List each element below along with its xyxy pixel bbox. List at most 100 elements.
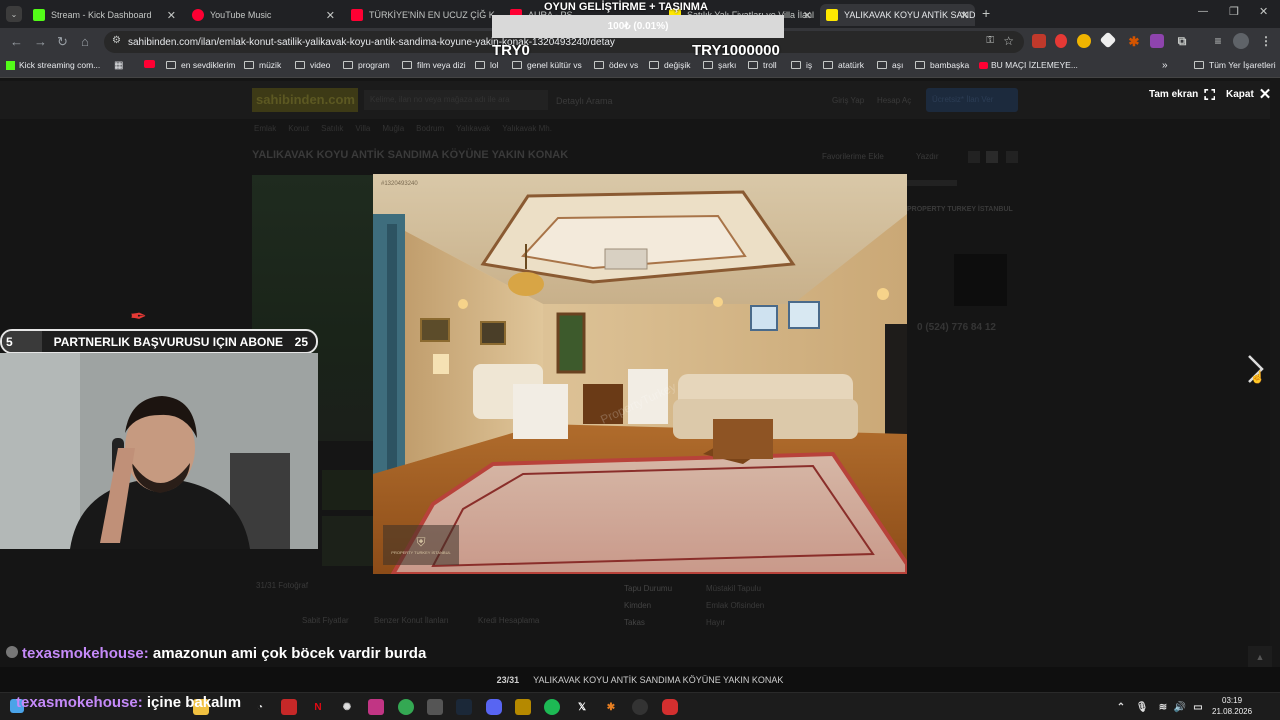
- bookmark-folder[interactable]: iş: [791, 60, 812, 70]
- breadcrumb-item[interactable]: Emlak: [254, 124, 276, 133]
- home-icon[interactable]: ⌂: [81, 34, 89, 49]
- close-icon[interactable]: ✕: [803, 9, 812, 22]
- new-tab-button[interactable]: +: [982, 5, 990, 21]
- youtube-bookmark-icon[interactable]: [144, 60, 155, 68]
- login-link[interactable]: Giriş Yap: [832, 96, 864, 105]
- post-ad-button[interactable]: Ücretsiz* İlan Ver: [926, 88, 1018, 112]
- tab-kick-dashboard[interactable]: Stream - Kick Dashboard ✕: [27, 4, 182, 26]
- app-icon[interactable]: [281, 699, 297, 715]
- volume-icon[interactable]: 🔊: [1172, 699, 1188, 715]
- profile-avatar[interactable]: [1233, 33, 1249, 49]
- tab-sahibinden-detail[interactable]: YALIKAVAK KOYU ANTİK SANDI ✕: [820, 4, 975, 26]
- app-icon[interactable]: [427, 699, 443, 715]
- bookmark-kick[interactable]: Kick streaming com...: [6, 60, 100, 70]
- speedometer-icon[interactable]: ◔: [252, 699, 268, 715]
- signup-link[interactable]: Hesap Aç: [877, 96, 911, 105]
- close-lightbox-button[interactable]: Kapat ✕: [1226, 87, 1271, 102]
- spotify-icon[interactable]: [544, 699, 560, 715]
- app-icon[interactable]: ✱: [603, 699, 619, 715]
- extension-icon[interactable]: ✱: [1126, 34, 1142, 50]
- extension-icon[interactable]: [1099, 31, 1117, 49]
- clock[interactable]: 03:19 21.08.2026: [1212, 695, 1252, 717]
- bookmark-youtube[interactable]: BU MAÇI İZLEMEYE...: [979, 60, 1078, 70]
- site-search-input[interactable]: Kelime, ilan no veya mağaza adı ile ara: [364, 90, 548, 110]
- scroll-top-button[interactable]: ▲: [1248, 646, 1272, 668]
- minimize-button[interactable]: —: [1198, 6, 1208, 17]
- page-link[interactable]: Sabit Fiyatlar: [302, 616, 349, 625]
- folder-icon: [166, 61, 176, 69]
- bookmark-label: aşı: [892, 60, 904, 70]
- breadcrumb-item[interactable]: Satılık: [321, 124, 343, 133]
- site-info-icon[interactable]: ⚙: [112, 35, 121, 46]
- password-key-icon[interactable]: ⚿: [986, 35, 994, 46]
- all-bookmarks-folder[interactable]: Tüm Yer İşaretleri: [1194, 60, 1276, 70]
- tab-youtube-video[interactable]: TÜRKİYE'NİN EN UCUZ ÇİĞ KÖ: [345, 4, 495, 26]
- close-icon[interactable]: ✕: [167, 9, 176, 22]
- bookmark-folder[interactable]: program: [343, 60, 390, 70]
- site-logo[interactable]: sahibinden.com: [252, 88, 358, 112]
- chatgpt-icon[interactable]: ✺: [339, 699, 355, 715]
- steam-icon[interactable]: [456, 699, 472, 715]
- menu-kebab-icon[interactable]: ⋮: [1258, 33, 1274, 49]
- chrome-icon[interactable]: [398, 699, 414, 715]
- breadcrumb-item[interactable]: Muğla: [382, 124, 404, 133]
- extension-icon[interactable]: [1077, 34, 1091, 48]
- bookmark-folder[interactable]: atatürk: [823, 60, 864, 70]
- netflix-icon[interactable]: N: [310, 699, 326, 715]
- bookmark-folder[interactable]: aşı: [877, 60, 903, 70]
- bookmark-folder[interactable]: bambaşka: [915, 60, 969, 70]
- add-favorites-link[interactable]: Favorilerime Ekle: [822, 152, 884, 161]
- bookmark-star-icon[interactable]: ☆: [1003, 34, 1014, 48]
- breadcrumb-item[interactable]: Yalıkavak: [456, 124, 490, 133]
- close-icon[interactable]: ✕: [326, 9, 335, 22]
- bookmark-folder[interactable]: film veya dizi: [402, 60, 466, 70]
- page-link[interactable]: Kredi Hesaplama: [478, 616, 539, 625]
- reload-icon[interactable]: ↻: [57, 34, 68, 50]
- extension-icon[interactable]: [1055, 34, 1067, 48]
- tab-search-button[interactable]: ⌄: [6, 6, 22, 22]
- detailed-search-link[interactable]: Detaylı Arama: [556, 96, 613, 106]
- instagram-icon[interactable]: [368, 699, 384, 715]
- back-icon[interactable]: ←: [10, 34, 23, 49]
- wifi-icon[interactable]: ≋: [1155, 699, 1171, 715]
- app-icon[interactable]: [662, 699, 678, 715]
- obs-icon[interactable]: [632, 699, 648, 715]
- breadcrumb-item[interactable]: Konut: [288, 124, 309, 133]
- forward-icon[interactable]: →: [34, 34, 47, 49]
- tab-youtube-music[interactable]: YouTube Music ✕: [186, 4, 341, 26]
- lightbox-photo[interactable]: PropertyTurkey #1320493240 ⛨ PROPERTY TU…: [373, 174, 907, 574]
- bookmark-label: atatürk: [838, 60, 864, 70]
- folder-icon: [823, 61, 833, 69]
- battery-icon[interactable]: ▭: [1190, 699, 1206, 715]
- breadcrumb-item[interactable]: Yalıkavak Mh.: [502, 124, 552, 133]
- print-link[interactable]: Yazdır: [916, 152, 939, 161]
- more-bookmarks-icon[interactable]: »: [1162, 60, 1168, 71]
- bookmark-folder[interactable]: müzik: [244, 60, 281, 70]
- breadcrumb-item[interactable]: Villa: [355, 124, 370, 133]
- close-window-button[interactable]: ✕: [1259, 5, 1268, 18]
- maximize-button[interactable]: ❐: [1229, 5, 1239, 18]
- extension-icon[interactable]: [1032, 34, 1046, 48]
- bookmark-folder[interactable]: en sevdiklerim: [166, 60, 235, 70]
- email-share-icon[interactable]: [1006, 151, 1018, 163]
- page-link[interactable]: Benzer Konut İlanları: [374, 616, 449, 625]
- microphone-icon[interactable]: 🎙: [1134, 699, 1150, 715]
- x-icon[interactable]: 𝕏: [574, 699, 590, 715]
- extension-icon[interactable]: [1150, 34, 1164, 48]
- partner-left-count: 5: [2, 331, 42, 352]
- extensions-puzzle-icon[interactable]: ⧉: [1174, 33, 1190, 49]
- bookmark-folder[interactable]: video: [295, 60, 330, 70]
- discord-icon[interactable]: [486, 699, 502, 715]
- app-icon[interactable]: [515, 699, 531, 715]
- page-scrollbar[interactable]: [1270, 78, 1280, 692]
- breadcrumb-item[interactable]: Bodrum: [416, 124, 444, 133]
- facebook-share-icon[interactable]: [968, 151, 980, 163]
- close-icon[interactable]: ✕: [960, 9, 969, 22]
- tray-expand-icon[interactable]: ⌃: [1113, 699, 1129, 715]
- apps-grid-icon[interactable]: ▦: [114, 60, 123, 71]
- x-share-icon[interactable]: [986, 151, 998, 163]
- tab-search-icon[interactable]: ≡: [1210, 33, 1226, 49]
- folder-icon: [877, 61, 887, 69]
- fullscreen-button[interactable]: Tam ekran: [1149, 89, 1216, 100]
- clock-date: 21.08.2026: [1212, 707, 1253, 716]
